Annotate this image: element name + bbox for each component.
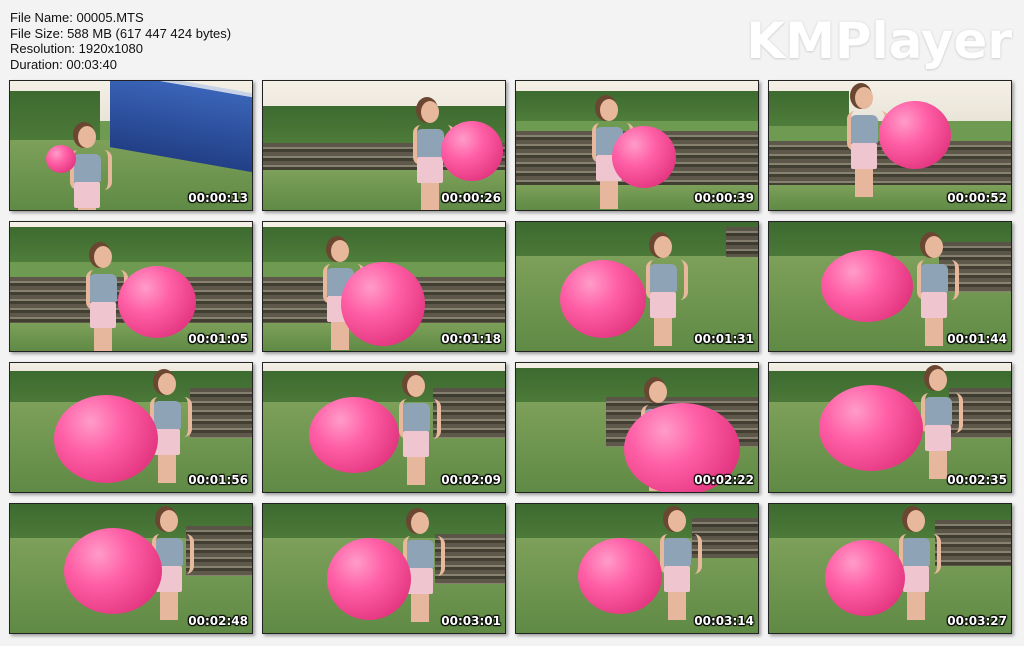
duration: Duration: 00:03:40	[10, 56, 117, 72]
timestamp: 00:03:27	[947, 614, 1007, 628]
kmplayer-logo: KMPlayer	[746, 12, 1012, 70]
thumbnail[interactable]: 00:00:13	[9, 80, 253, 211]
thumbnail[interactable]: 00:02:48	[9, 503, 253, 634]
timestamp: 00:01:44	[947, 332, 1007, 346]
resolution: Resolution: 1920x1080	[10, 41, 143, 57]
thumbnail[interactable]: 00:00:26	[262, 80, 506, 211]
thumbnail[interactable]: 00:02:22	[515, 362, 759, 493]
timestamp: 00:00:26	[441, 191, 501, 205]
thumbnail[interactable]: 00:00:39	[515, 80, 759, 211]
timestamp: 00:01:31	[694, 332, 754, 346]
timestamp: 00:02:35	[947, 473, 1007, 487]
timestamp: 00:00:52	[947, 191, 1007, 205]
file-size: File Size: 588 MB (617 447 424 bytes)	[10, 25, 232, 41]
thumbnail[interactable]: 00:00:52	[768, 80, 1012, 211]
timestamp: 00:00:13	[188, 191, 248, 205]
thumbnail[interactable]: 00:01:56	[9, 362, 253, 493]
thumbnail[interactable]: 00:02:35	[768, 362, 1012, 493]
thumbnail[interactable]: 00:01:18	[262, 221, 506, 352]
thumbnail-grid: 00:00:13 00:00:26 00:00:39 00:00:52 00:0…	[9, 80, 1012, 634]
thumbnail[interactable]: 00:03:27	[768, 503, 1012, 634]
thumbnail[interactable]: 00:01:05	[9, 221, 253, 352]
thumbnail[interactable]: 00:03:14	[515, 503, 759, 634]
thumbnail[interactable]: 00:03:01	[262, 503, 506, 634]
thumbnail[interactable]: 00:02:09	[262, 362, 506, 493]
file-name: File Name: 00005.MTS	[10, 10, 144, 25]
timestamp: 00:03:14	[694, 614, 754, 628]
timestamp: 00:03:01	[441, 614, 501, 628]
timestamp: 00:01:56	[188, 473, 248, 487]
timestamp: 00:00:39	[694, 191, 754, 205]
timestamp: 00:02:48	[188, 614, 248, 628]
timestamp: 00:02:09	[441, 473, 501, 487]
thumbnail[interactable]: 00:01:31	[515, 221, 759, 352]
timestamp: 00:01:18	[441, 332, 501, 346]
file-info: File Name: 00005.MTS File Size: 588 MB (…	[10, 10, 231, 72]
thumbnail[interactable]: 00:01:44	[768, 221, 1012, 352]
timestamp: 00:02:22	[694, 473, 754, 487]
timestamp: 00:01:05	[188, 332, 248, 346]
